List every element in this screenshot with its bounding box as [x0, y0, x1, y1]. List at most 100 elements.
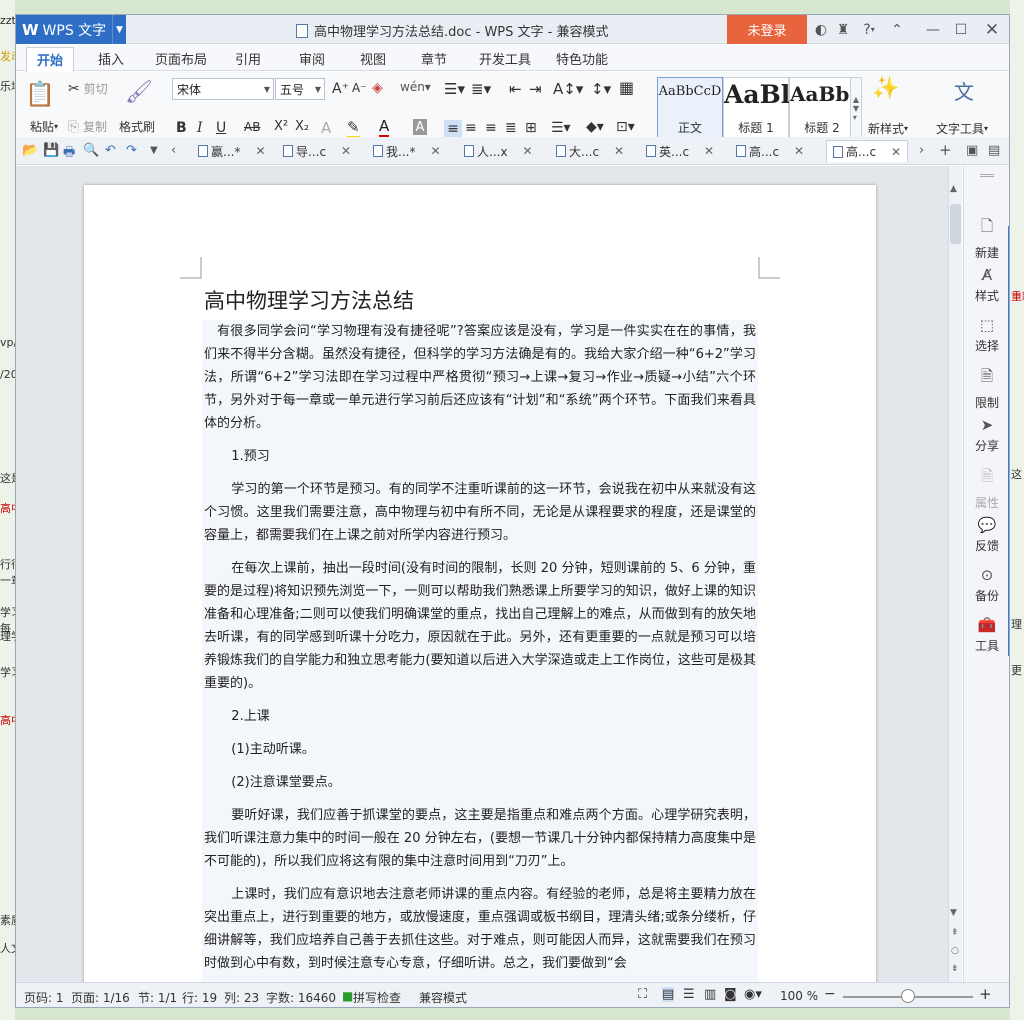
maximize-icon[interactable]: ☐: [949, 15, 973, 44]
document-tab[interactable]: 赢...* ✕: [198, 140, 266, 162]
tabs-scroll-left-icon[interactable]: ‹: [171, 143, 176, 158]
chevron-down-icon[interactable]: ▼: [112, 15, 126, 44]
tab-options-icon[interactable]: ▤: [988, 143, 1000, 158]
border-icon[interactable]: ⊡▾: [616, 119, 635, 135]
task-pane-new[interactable]: 🗋 新建: [964, 216, 1009, 261]
task-pane-restrict[interactable]: 🗎 限制: [964, 366, 1009, 411]
document-paragraph[interactable]: (1)主动听课。: [202, 738, 758, 761]
text-effect-icon[interactable]: A: [321, 119, 331, 137]
tab-view[interactable]: 视图: [360, 49, 386, 68]
save-icon[interactable]: 💾: [43, 143, 59, 158]
bold-icon[interactable]: B: [176, 120, 187, 136]
redo-icon[interactable]: ↷: [126, 143, 137, 158]
document-tab[interactable]: 人...x ✕: [464, 140, 533, 162]
minimize-icon[interactable]: —: [921, 15, 945, 44]
close-tab-icon[interactable]: ✕: [430, 144, 440, 158]
open-icon[interactable]: 📂: [22, 143, 38, 158]
text-tools-icon[interactable]: 文: [954, 76, 974, 105]
align-right-icon[interactable]: ≡: [485, 120, 497, 136]
zoom-out-icon[interactable]: −: [824, 986, 836, 1002]
select-browse-icon[interactable]: ○: [951, 946, 959, 956]
document-page[interactable]: 高中物理学习方法总结 有很多同学会问“学习物理有没有捷径呢”?答案应该是没有，学…: [84, 185, 876, 982]
collapse-ribbon-icon[interactable]: ⌃: [886, 15, 908, 44]
distribute-icon[interactable]: ⊞: [525, 120, 537, 136]
document-paragraph[interactable]: 学习的第一个环节是预习。有的同学不注重听课前的这一环节，会说我在初中从来就没有这…: [202, 478, 758, 547]
align-left-icon[interactable]: ≡: [444, 120, 462, 138]
document-tab[interactable]: 高...c ✕: [736, 140, 804, 162]
shading-icon[interactable]: ◆▾: [586, 119, 604, 135]
font-color-icon[interactable]: A: [379, 117, 390, 138]
task-pane-feedback[interactable]: 💬 反馈: [964, 516, 1009, 554]
status-words[interactable]: 字数: 16460: [266, 989, 336, 1006]
style-heading1[interactable]: AaBl 标题 1: [723, 77, 790, 139]
undo-icon[interactable]: ↶: [105, 143, 116, 158]
line-spacing-icon[interactable]: ☰▾: [551, 120, 571, 136]
new-style-button[interactable]: 新样式 ▾: [868, 120, 908, 137]
copy-button[interactable]: ⎘ 复制: [68, 118, 107, 135]
tab-features[interactable]: 特色功能: [556, 49, 608, 68]
task-pane-backup[interactable]: ⊙ 备份: [964, 566, 1009, 604]
document-paragraph[interactable]: 要听好课，我们应善于抓课堂的要点，这主要是指重点和难点两个方面。心理学研究表明，…: [202, 804, 758, 873]
shirt-icon[interactable]: ♜: [833, 15, 853, 44]
close-tab-icon[interactable]: ✕: [891, 145, 901, 159]
zoom-level[interactable]: 100 %: [780, 989, 818, 1003]
login-button[interactable]: 未登录: [727, 15, 807, 44]
document-tab[interactable]: 我...* ✕: [373, 140, 441, 162]
sort-icon[interactable]: ↕▾: [591, 80, 611, 98]
align-center-icon[interactable]: ≡: [465, 120, 477, 136]
print-icon[interactable]: 🖶: [63, 143, 75, 165]
increase-indent-icon[interactable]: ⇥: [529, 80, 542, 98]
justify-icon[interactable]: ≣: [505, 120, 517, 136]
tab-home[interactable]: 开始: [26, 47, 75, 73]
text-direction-icon[interactable]: A↕▾: [553, 80, 583, 98]
status-col[interactable]: 列: 23: [224, 989, 259, 1006]
status-pages[interactable]: 页面: 1/16: [71, 989, 130, 1006]
panel-grip-icon[interactable]: [980, 174, 994, 177]
font-name-select[interactable]: 宋体 ▼: [172, 78, 274, 100]
scrollbar-thumb[interactable]: [950, 204, 961, 244]
tab-references[interactable]: 引用: [235, 49, 261, 68]
vertical-scrollbar[interactable]: ▲ ▼ ⇞ ○ ⇟: [948, 166, 962, 982]
document-paragraph[interactable]: 2.上课: [202, 705, 758, 728]
strikethrough-icon[interactable]: AB: [244, 120, 260, 134]
document-paragraph[interactable]: (2)注意课堂要点。: [202, 771, 758, 794]
status-spellcheck[interactable]: 拼写检查: [353, 989, 401, 1006]
task-pane-toolbox[interactable]: 🧰 工具: [964, 616, 1009, 654]
tab-review[interactable]: 审阅: [299, 49, 325, 68]
close-tab-icon[interactable]: ✕: [704, 144, 714, 158]
status-page[interactable]: 页码: 1: [24, 989, 64, 1006]
reading-view-icon[interactable]: ▥: [704, 987, 716, 1002]
char-shading-icon[interactable]: A: [413, 119, 427, 135]
grow-font-icon[interactable]: A⁺: [332, 81, 349, 97]
italic-icon[interactable]: I: [197, 120, 203, 136]
document-area[interactable]: 高中物理学习方法总结 有很多同学会问“学习物理有没有捷径呢”?答案应该是没有，学…: [16, 166, 948, 982]
close-tab-icon[interactable]: ✕: [614, 144, 624, 158]
document-body[interactable]: 有很多同学会问“学习物理有没有捷径呢”?答案应该是没有，学习是一件实实在在的事情…: [202, 320, 758, 982]
fullscreen-icon[interactable]: ⛶: [638, 987, 647, 1002]
font-size-select[interactable]: 五号 ▼: [275, 78, 325, 100]
scroll-down-icon[interactable]: ▼: [950, 908, 957, 918]
style-heading2[interactable]: AaBb( 标题 2: [789, 77, 859, 139]
paste-button[interactable]: 粘贴 ▾: [24, 118, 64, 135]
format-painter-button[interactable]: 格式刷: [119, 118, 155, 135]
clear-format-icon[interactable]: ◈: [372, 80, 383, 96]
new-tab-icon[interactable]: +: [939, 141, 952, 159]
superscript-icon[interactable]: X²: [274, 119, 288, 134]
format-painter-icon[interactable]: 🖌: [124, 78, 154, 106]
document-paragraph[interactable]: 上课时，我们应有意识地去注意老师讲课的重点内容。有经验的老师，总是将主要精力放在…: [202, 883, 758, 975]
task-pane-properties[interactable]: 🗎 属性: [964, 466, 1009, 511]
app-menu-button[interactable]: W WPS 文字 ▼: [16, 15, 126, 44]
numbered-list-icon[interactable]: ≣▾: [471, 80, 491, 98]
print-preview-icon[interactable]: 🔍: [83, 143, 99, 158]
status-section[interactable]: 节: 1/1: [138, 989, 177, 1006]
document-paragraph[interactable]: 在每次上课前，抽出一段时间(没有时间的限制，长则 20 分钟，短则课前的 5、6…: [202, 557, 758, 695]
underline-icon[interactable]: U: [216, 120, 226, 136]
tab-insert[interactable]: 插入: [98, 49, 124, 68]
tabs-scroll-right-icon[interactable]: ›: [919, 143, 924, 158]
highlight-icon[interactable]: ✎: [347, 118, 360, 139]
style-normal[interactable]: AaBbCcD 正文: [657, 77, 723, 139]
phonetic-icon[interactable]: wén▾: [400, 80, 431, 94]
quick-access-menu-icon[interactable]: ▼: [150, 145, 158, 156]
eye-protect-icon[interactable]: ◉▾: [744, 987, 762, 1002]
scroll-up-icon[interactable]: ▲: [950, 184, 957, 194]
